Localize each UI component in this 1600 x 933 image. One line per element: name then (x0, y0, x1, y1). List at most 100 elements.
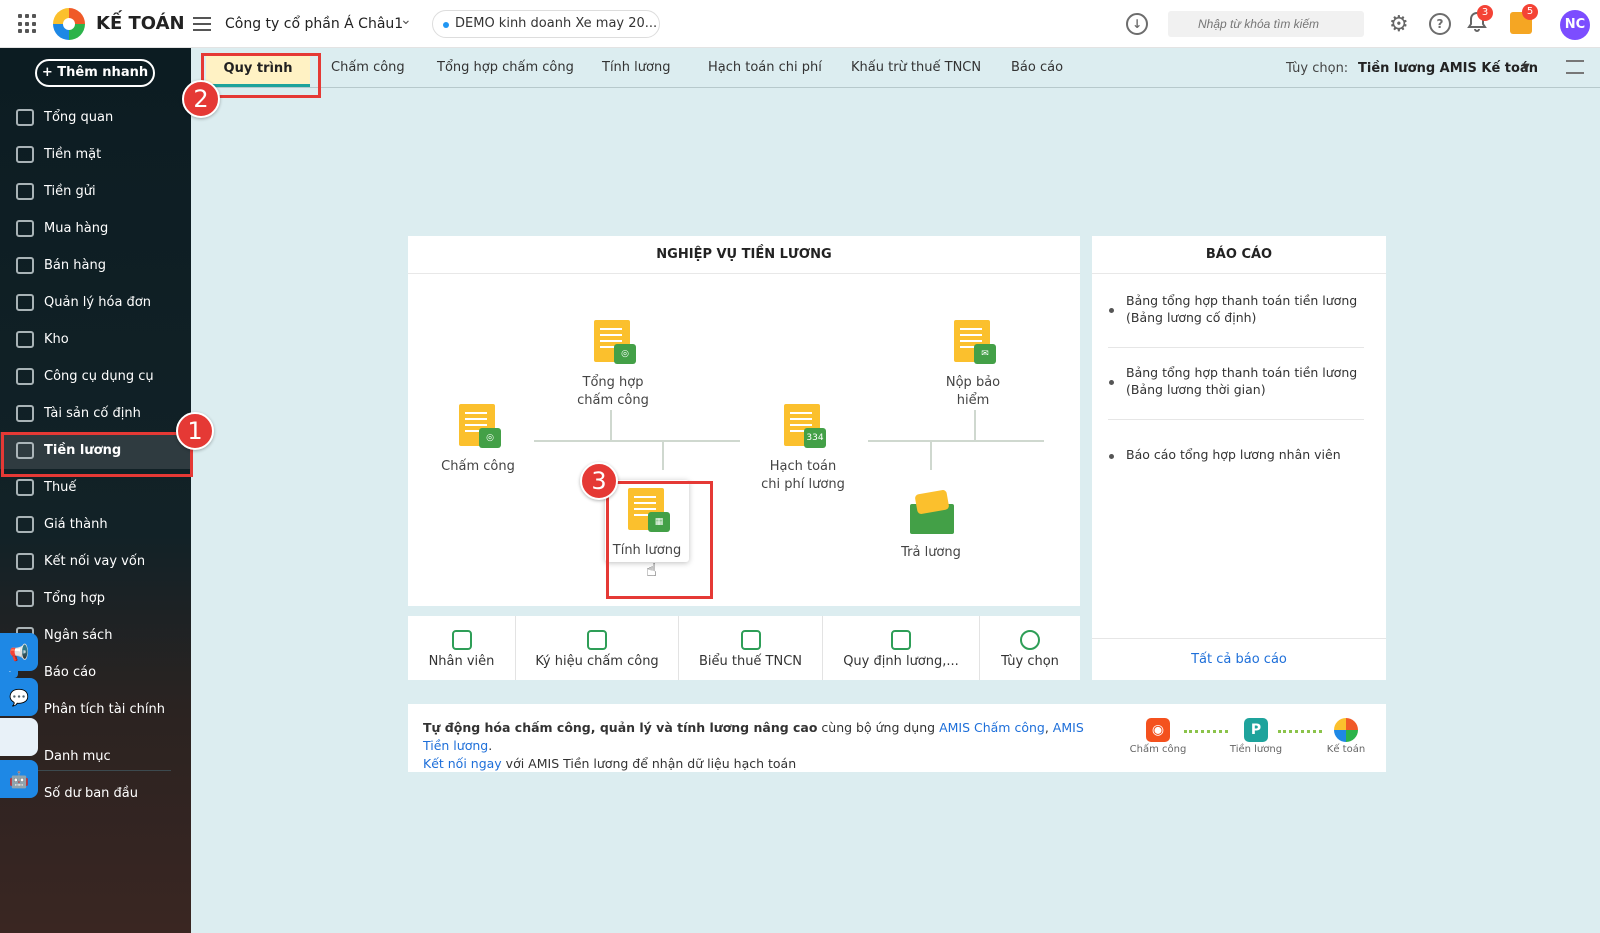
sidebar-item-sales[interactable]: Bán hàng (0, 247, 191, 284)
chat-icon[interactable]: 💬 (0, 678, 38, 716)
node-payroll-cost[interactable]: 334 Hạch toán chi phí lương (753, 404, 853, 494)
node-salary-payment[interactable]: Trả lương (886, 489, 976, 562)
assistant-avatar-icon[interactable] (0, 718, 38, 756)
gift-icon[interactable]: 5 (1510, 4, 1538, 34)
app-accounting[interactable]: Kế toán (1316, 718, 1376, 755)
step-badge-3: 3 (580, 462, 618, 500)
sidebar-item-cash[interactable]: Tiền mặt (0, 136, 191, 173)
promo-mid: cùng bộ ứng dụng (817, 720, 940, 735)
report-link[interactable]: Báo cáo tổng hợp lương nhân viên (1126, 446, 1366, 463)
connect-now-link[interactable]: Kết nối ngay (423, 756, 502, 771)
bullet-icon (1109, 454, 1114, 459)
search-input[interactable] (1168, 11, 1364, 37)
price-tag-icon (16, 516, 34, 533)
sidebar-item-tools[interactable]: Công cụ dụng cụ (0, 358, 191, 395)
catalog-label: Tùy chọn (1001, 654, 1059, 669)
database-selector[interactable]: DEMO kinh doanh Xe may 20... (432, 10, 660, 38)
settings-gear-icon[interactable]: ⚙ (1389, 12, 1409, 37)
catalog-label: Quy định lương,... (843, 654, 959, 669)
report-link[interactable]: Bảng tổng hợp thanh toán tiền lương (Bảng… (1126, 292, 1366, 326)
all-reports-link[interactable]: Tất cả báo cáo (1092, 638, 1386, 680)
sidebar-item-purchase[interactable]: Mua hàng (0, 210, 191, 247)
app-timekeeping[interactable]: ◉ Chấm công (1128, 718, 1188, 755)
dollar-ledger-icon: 334 (780, 404, 826, 450)
node-timekeeping-summary[interactable]: ◎ Tổng hợp chấm công (568, 320, 658, 410)
company-selector[interactable]: Công ty cổ phần Á Châu1 (225, 16, 403, 32)
tab-reports[interactable]: Báo cáo (1011, 60, 1063, 75)
tab-payroll-calculation[interactable]: Tính lương (602, 60, 670, 75)
payroll-app-icon: P (1244, 718, 1268, 742)
sidebar-item-label: Kết nối vay vốn (44, 554, 146, 569)
sidebar-item-tax[interactable]: Thuế (0, 469, 191, 506)
node-timekeeping[interactable]: ◎ Chấm công (436, 404, 520, 476)
divider (1108, 419, 1364, 420)
sidebar-item-label: Bán hàng (44, 258, 106, 273)
payroll-icon (16, 442, 34, 459)
sidebar-item-overview[interactable]: Tổng quan (0, 99, 191, 136)
sidebar-item-payroll[interactable]: Tiền lương (0, 432, 191, 469)
app-label: Tiền lương (1229, 744, 1283, 755)
help-icon[interactable]: ? (1429, 13, 1451, 35)
warehouse-icon (16, 331, 34, 348)
sidebar-item-label: Giá thành (44, 517, 108, 532)
user-avatar[interactable]: NC (1560, 10, 1590, 40)
filter-settings-icon[interactable] (1566, 60, 1584, 74)
connector (930, 440, 932, 470)
amis-timekeeping-link[interactable]: AMIS Chấm công (939, 720, 1045, 735)
promo-text: Tự động hóa chấm công, quản lý và tính l… (423, 719, 1113, 773)
menu-icon[interactable] (193, 13, 211, 33)
sidebar-item-label: Tài sản cố định (44, 406, 141, 421)
bullet-icon (1109, 380, 1114, 385)
promo-rest: với AMIS Tiền lương để nhận dữ liệu hạch… (501, 756, 797, 771)
tab-pit-deduction[interactable]: Khấu trừ thuế TNCN (851, 60, 981, 75)
sidebar-item-invoices[interactable]: Quản lý hóa đơn (0, 284, 191, 321)
tab-timekeeping[interactable]: Chấm công (331, 60, 405, 75)
report-link[interactable]: Bảng tổng hợp thanh toán tiền lương (Bảng… (1126, 364, 1366, 398)
catalog-options[interactable]: Tùy chọn (980, 616, 1080, 680)
catalog-salary-rules[interactable]: Quy định lương,... (823, 616, 980, 680)
sidebar-item-label: Mua hàng (44, 221, 109, 236)
divider (1108, 347, 1364, 348)
sidebar-item-cost[interactable]: Giá thành (0, 506, 191, 543)
insurance-shield-icon: ✉ (950, 320, 996, 366)
connector (662, 440, 664, 470)
app-launcher-icon[interactable] (18, 14, 38, 34)
tab-workflow[interactable]: Quy trình (206, 53, 310, 87)
workflow-title: NGHIỆP VỤ TIỀN LƯƠNG (408, 236, 1080, 274)
catalog-employees[interactable]: Nhân viên (408, 616, 516, 680)
tools-icon (16, 368, 34, 385)
sidebar-item-fixed-assets[interactable]: Tài sản cố định (0, 395, 191, 432)
quick-add-button[interactable]: + Thêm nhanh (35, 59, 155, 87)
sidebar-item-warehouse[interactable]: Kho (0, 321, 191, 358)
sidebar-item-label: Kho (44, 332, 69, 347)
money-envelope-icon (908, 489, 954, 536)
tab-timekeeping-summary[interactable]: Tổng hợp chấm công (437, 60, 574, 75)
catalog-label: Biểu thuế TNCN (698, 654, 803, 669)
node-label: hiểm (956, 393, 990, 408)
download-icon[interactable]: ↓ (1126, 13, 1148, 35)
reports-panel: BÁO CÁO Bảng tổng hợp thanh toán tiền lư… (1092, 236, 1386, 680)
sidebar-item-label: Số dư ban đầu (44, 786, 139, 801)
node-payroll-calculation[interactable]: ▦ Tính lương (605, 480, 689, 562)
tab-cost-accounting[interactable]: Hạch toán chi phí (708, 60, 822, 75)
invoice-icon (16, 294, 34, 311)
options-dropdown[interactable]: Tiền lương AMIS Kế toán (1358, 61, 1538, 76)
app-payroll[interactable]: P Tiền lương (1226, 718, 1286, 755)
timekeeping-app-icon: ◉ (1146, 718, 1170, 742)
money-bag-icon (16, 146, 34, 163)
megaphone-icon[interactable]: 📢 (0, 633, 38, 671)
sidebar-item-label: Tiền lương (44, 443, 122, 458)
catalog-pit-table[interactable]: Biểu thuế TNCN (679, 616, 823, 680)
chevron-down-icon[interactable]: ⌄ (400, 12, 412, 28)
promo-banner: Tự động hóa chấm công, quản lý và tính l… (408, 704, 1386, 772)
node-insurance[interactable]: ✉ Nộp bảo hiểm (928, 320, 1018, 410)
promo-sep: , (1044, 720, 1053, 735)
sidebar-item-label: Tổng quan (44, 110, 114, 125)
bot-icon[interactable]: 🤖 (0, 760, 38, 798)
catalog-timekeeping-symbols[interactable]: Ký hiệu chấm công (516, 616, 679, 680)
sidebar-item-loan[interactable]: Kết nối vay vốn (0, 543, 191, 580)
caret-down-icon[interactable]: ▼ (1522, 62, 1530, 73)
notification-bell-icon[interactable]: 3 (1467, 5, 1493, 33)
sidebar-item-bank[interactable]: Tiền gửi (0, 173, 191, 210)
sidebar-item-summary[interactable]: Tổng hợp (0, 580, 191, 617)
